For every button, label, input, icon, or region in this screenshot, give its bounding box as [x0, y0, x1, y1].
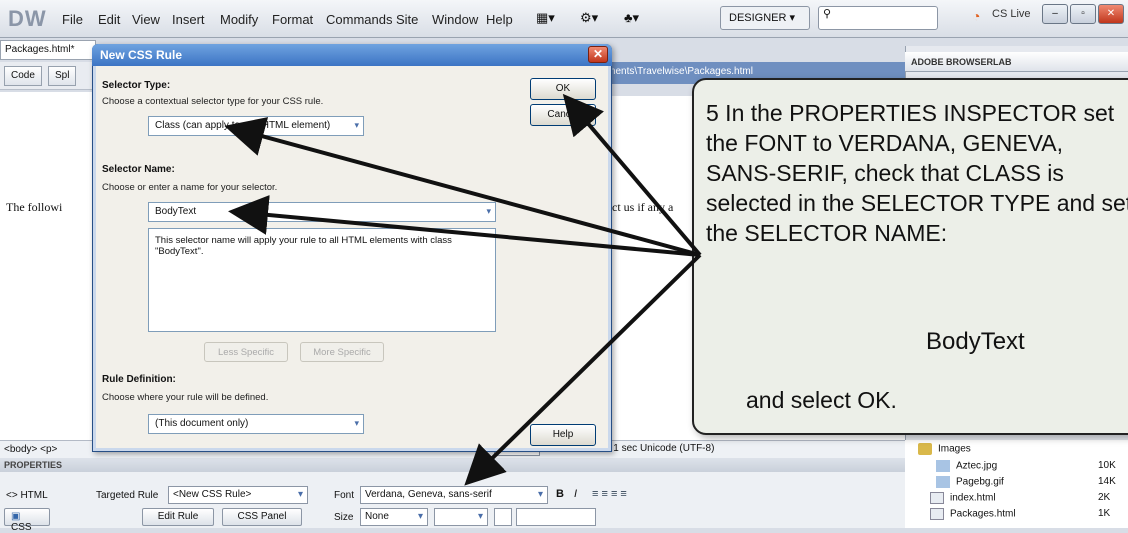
pointer-arrows	[224, 93, 702, 486]
arrow-to-selector-type	[224, 117, 701, 257]
arrow-to-font	[464, 253, 702, 486]
arrow-to-ok	[562, 93, 702, 257]
arrow-to-selector-name	[228, 195, 701, 257]
